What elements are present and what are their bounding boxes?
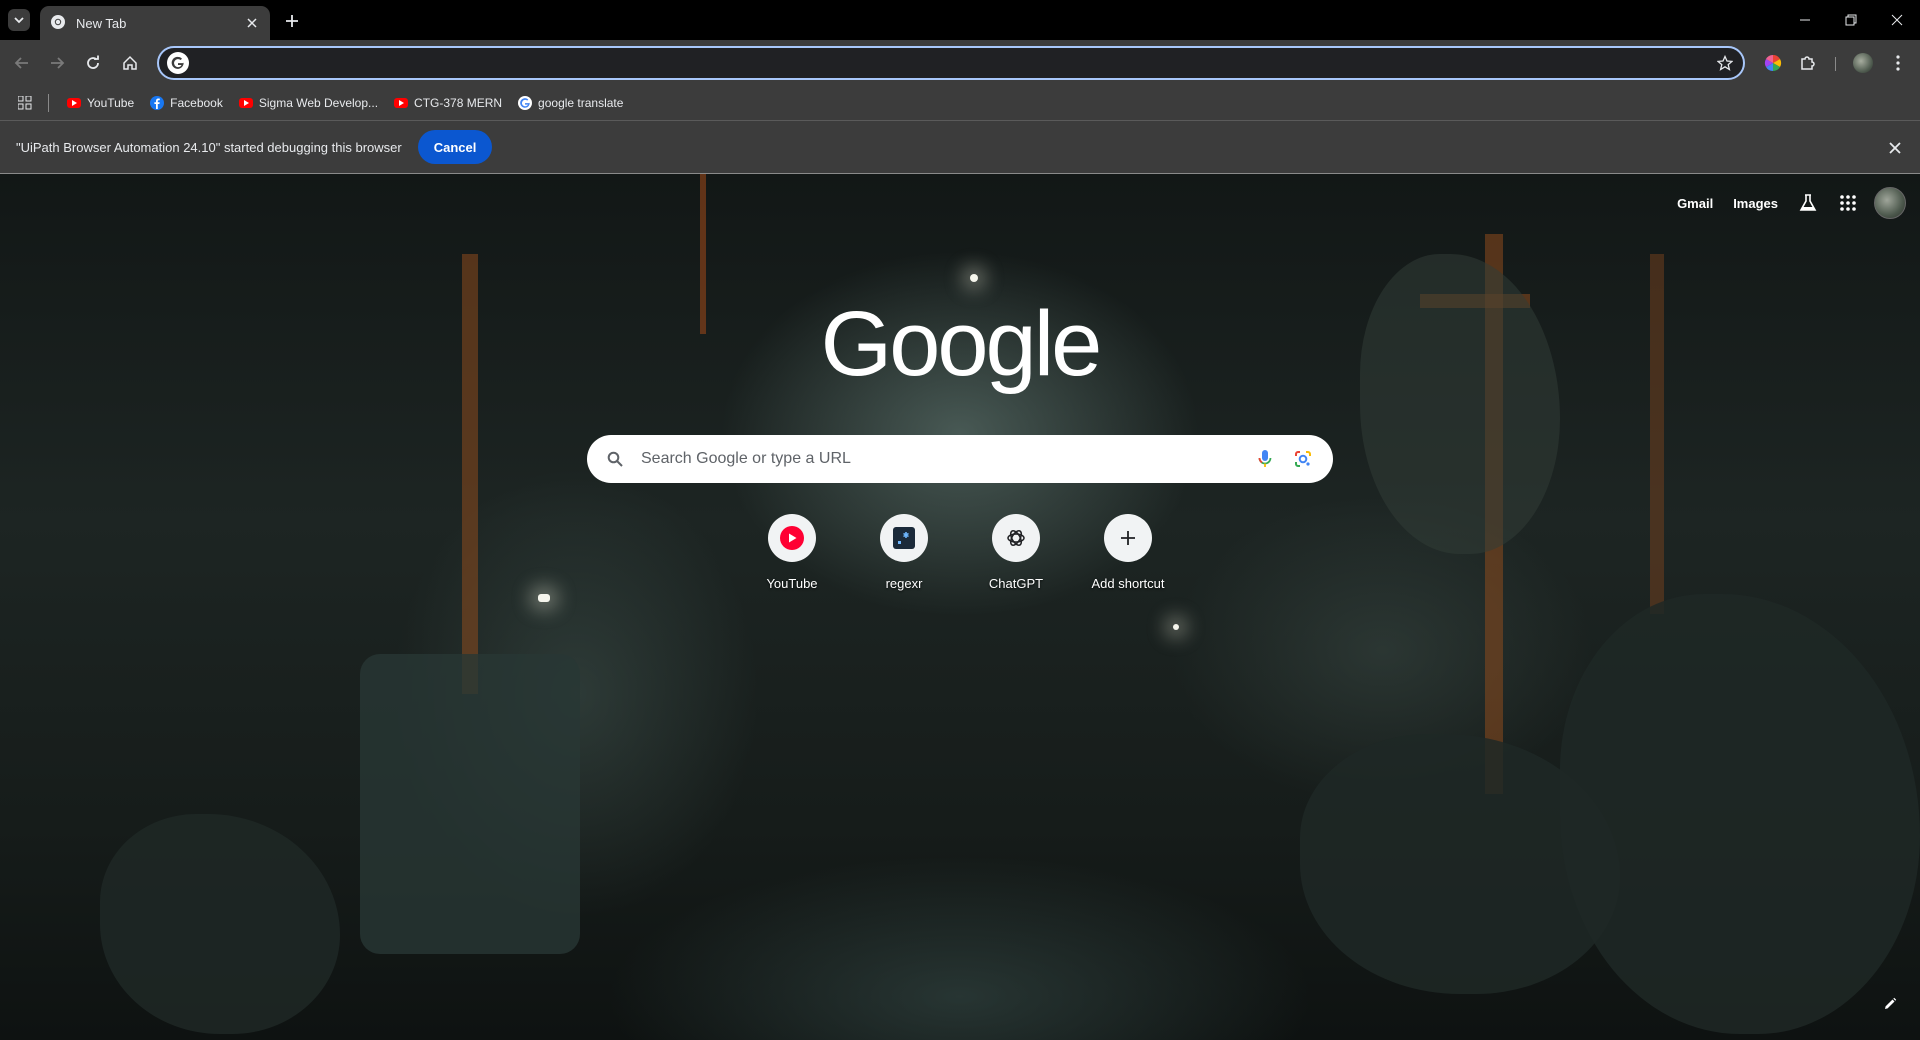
color-extension-button[interactable] — [1759, 49, 1787, 77]
youtube-icon — [238, 96, 253, 110]
forward-arrow-icon — [51, 57, 65, 69]
chevron-down-icon — [14, 17, 24, 24]
new-tab-button[interactable] — [280, 9, 304, 33]
toolbar — [0, 40, 1920, 86]
apps-grid-icon — [18, 96, 32, 110]
home-button[interactable] — [116, 49, 144, 77]
lens-search-icon[interactable] — [1287, 443, 1319, 475]
close-icon — [1891, 14, 1903, 26]
chrome-icon — [50, 14, 66, 33]
extensions-button[interactable] — [1794, 49, 1822, 77]
facebook-icon — [150, 96, 165, 110]
shortcut-regexr[interactable]: regexr — [848, 514, 960, 591]
ntp-top-links: Gmail Images — [1667, 174, 1920, 232]
apps-grid-icon — [1840, 195, 1856, 211]
reload-icon — [87, 55, 99, 69]
address-input[interactable] — [197, 54, 1715, 72]
gmail-link[interactable]: Gmail — [1677, 196, 1713, 211]
close-window-button[interactable] — [1874, 0, 1920, 40]
back-arrow-icon — [14, 57, 28, 69]
close-infobar-button[interactable] — [1886, 139, 1904, 157]
google-icon — [167, 52, 189, 74]
chrome-menu-button[interactable] — [1884, 49, 1912, 77]
chatgpt-icon — [1007, 530, 1025, 546]
forward-button[interactable] — [43, 49, 71, 77]
search-input[interactable] — [639, 449, 1243, 469]
new-tab-page: Gmail Images Google Search Google or typ… — [0, 174, 1920, 1040]
shortcut-label: Add shortcut — [1091, 576, 1165, 591]
google-logo: Google — [820, 293, 1103, 395]
add-shortcut-button[interactable]: Add shortcut — [1072, 514, 1184, 591]
customize-chrome-button[interactable] — [1874, 988, 1906, 1020]
labs-button[interactable] — [1788, 183, 1828, 223]
bookmarks-bar: YouTube Facebook Sigma Web Develop... CT… — [0, 86, 1920, 120]
minimize-button[interactable] — [1782, 0, 1828, 40]
pencil-icon — [1885, 997, 1897, 1009]
close-icon — [1889, 142, 1901, 154]
toolbar-divider — [1835, 57, 1836, 71]
bookmark-label: YouTube — [87, 96, 135, 110]
shortcut-youtube[interactable]: YouTube — [736, 514, 848, 591]
search-icon — [605, 449, 625, 469]
apps-shortcut[interactable] — [14, 92, 36, 114]
search-box[interactable] — [587, 435, 1333, 483]
bookmark-star-icon[interactable] — [1715, 53, 1735, 73]
more-vert-icon — [1896, 55, 1900, 71]
youtube-icon — [780, 526, 804, 550]
minimize-icon — [1800, 19, 1810, 21]
tab-search-button[interactable] — [8, 9, 30, 31]
account-avatar[interactable] — [1874, 187, 1906, 219]
debugging-infobar: "UiPath Browser Automation 24.10" starte… — [0, 120, 1920, 174]
window-controls — [1782, 0, 1920, 40]
bookmark-ctg-378-mern[interactable]: CTG-378 MERN — [388, 90, 508, 116]
shortcut-tile — [1104, 514, 1152, 562]
cancel-button[interactable]: Cancel — [417, 130, 493, 164]
tab-new-tab[interactable]: New Tab — [40, 6, 270, 40]
tab-title: New Tab — [76, 15, 127, 31]
tab-strip: New Tab — [0, 0, 1920, 40]
voice-search-icon[interactable] — [1249, 443, 1281, 475]
shortcut-label: YouTube — [766, 576, 818, 591]
shortcut-tile — [992, 514, 1040, 562]
bookmark-label: Facebook — [170, 96, 223, 110]
shortcut-chatgpt[interactable]: ChatGPT — [960, 514, 1072, 591]
images-link[interactable]: Images — [1733, 196, 1778, 211]
profile-button[interactable] — [1849, 49, 1877, 77]
bookmark-facebook[interactable]: Facebook — [144, 90, 229, 116]
bookmark-divider — [48, 94, 49, 112]
address-bar[interactable] — [157, 46, 1745, 80]
youtube-icon — [394, 96, 409, 110]
youtube-icon — [67, 96, 81, 110]
shortcut-tile — [880, 514, 928, 562]
puzzle-icon — [1801, 56, 1815, 70]
bookmark-sigma-web-dev[interactable]: Sigma Web Develop... — [233, 90, 384, 116]
avatar — [1853, 53, 1873, 73]
bookmark-label: Sigma Web Develop... — [258, 96, 379, 110]
restore-icon — [1845, 14, 1857, 26]
bookmark-youtube[interactable]: YouTube — [61, 90, 140, 116]
google-apps-button[interactable] — [1828, 183, 1868, 223]
restore-button[interactable] — [1828, 0, 1874, 40]
shortcuts-grid: YouTube regexr ChatGPT Add shortcut — [736, 514, 1184, 591]
plus-icon — [286, 15, 298, 27]
flask-icon — [1799, 194, 1817, 211]
plus-icon — [1121, 531, 1135, 545]
infobar-message: "UiPath Browser Automation 24.10" starte… — [16, 139, 402, 155]
close-tab-icon[interactable] — [244, 15, 260, 31]
back-button[interactable] — [8, 49, 36, 77]
reload-button[interactable] — [79, 49, 107, 77]
shortcut-label: regexr — [885, 576, 923, 591]
color-wheel-icon — [1764, 54, 1782, 72]
shortcut-tile — [768, 514, 816, 562]
regexr-icon — [893, 527, 915, 549]
home-icon — [123, 55, 137, 70]
shortcut-label: ChatGPT — [988, 576, 1044, 591]
google-icon — [518, 96, 533, 110]
bookmark-google-translate[interactable]: google translate — [512, 90, 629, 116]
bookmark-label: CTG-378 MERN — [414, 96, 503, 110]
bookmark-label: google translate — [538, 96, 624, 110]
